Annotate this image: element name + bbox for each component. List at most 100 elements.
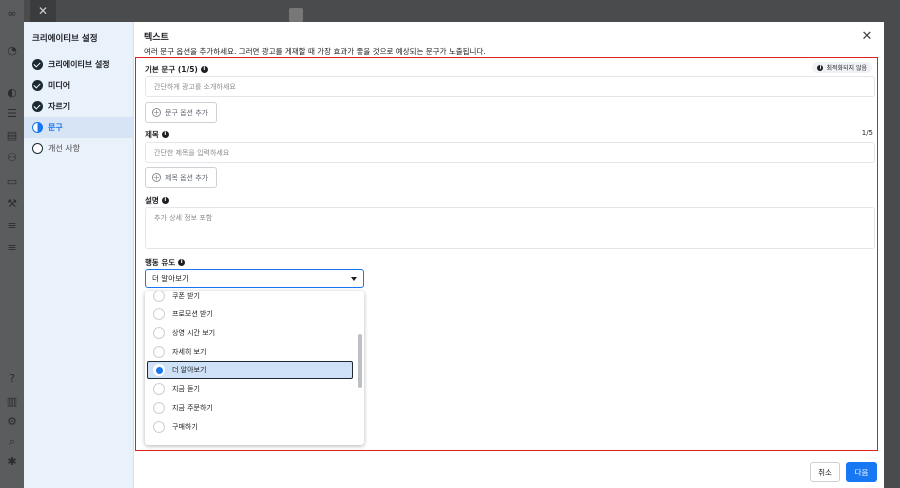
help-icon: ? [9, 372, 15, 385]
primary-text-label-text: 기본 문구 (1/5) [145, 65, 198, 74]
headline-label-text: 제목 [145, 130, 159, 139]
steps-panel: 크리에이티브 설정 크리에이티브 설정 미디어 자르기 문구 개선 사항 [24, 22, 134, 488]
description-label-text: 설명 [145, 196, 159, 205]
bell-icon: ◔ [7, 44, 17, 57]
pages-icon: ▤ [6, 129, 18, 142]
plus-circle-icon: + [152, 108, 161, 117]
info-icon[interactable]: i [161, 197, 169, 204]
radio-icon [153, 421, 165, 433]
step-label: 문구 [48, 123, 63, 132]
badge-text: 최적화되지 않음 [826, 65, 867, 72]
background-nav-rail: ∞ ◔ ◐ ☰ ▤ ⚇ ▭ ⚒ ≡ ≡ ? ▥ ⚙ ⌕ ✱ [0, 0, 24, 488]
add-text-option-label: 문구 옵션 추가 [165, 108, 209, 117]
dashboard-icon: ◐ [7, 86, 17, 99]
cta-dropdown: 쿠폰 받기 프로모션 받기 상영 시간 보기 자세히 보기 더 알아보기 지금 … [145, 291, 364, 445]
cta-option-label: 지금 듣기 [172, 385, 200, 393]
next-button[interactable]: 다음 [846, 462, 877, 482]
meta-logo-icon: ∞ [7, 7, 17, 20]
dialog-title: 텍스트 [144, 33, 169, 43]
description-label: 설명 i [145, 195, 169, 206]
info-icon: i [817, 64, 824, 71]
step-label: 미디어 [48, 81, 71, 90]
search-icon: ⌕ [8, 435, 16, 448]
cta-option-label: 구매하기 [172, 423, 198, 431]
step-media[interactable]: 미디어 [24, 75, 133, 96]
billing-icon: ▭ [6, 175, 18, 188]
list-icon: ≡ [7, 241, 17, 254]
radio-icon [153, 383, 165, 395]
primary-text-input[interactable]: 간단하게 광고를 소개하세요 [145, 76, 875, 97]
radio-icon [153, 327, 165, 339]
step-label: 자르기 [48, 102, 71, 111]
headline-label: 제목 i [145, 129, 169, 140]
cta-option[interactable]: 프로모션 받기 [147, 305, 353, 323]
step-crop[interactable]: 자르기 [24, 96, 133, 117]
headline-counter: 1/5 [861, 129, 873, 137]
cta-option-selected[interactable]: 더 알아보기 [147, 361, 353, 379]
creative-settings-dialog: 크리에이티브 설정 크리에이티브 설정 미디어 자르기 문구 개선 사항 텍스트… [24, 22, 884, 488]
cta-option-label: 더 알아보기 [172, 366, 207, 374]
cta-option-label: 지금 주문하기 [172, 404, 213, 412]
background-right-panel [884, 22, 900, 488]
radio-icon [153, 291, 165, 302]
headline-input[interactable]: 간단한 제목을 입력하세요 [145, 142, 875, 163]
steps-list: 크리에이티브 설정 미디어 자르기 문구 개선 사항 [24, 54, 133, 159]
steps-panel-title: 크리에이티브 설정 [32, 34, 98, 44]
dialog-description: 여러 문구 옵션을 추가하세요. 그러면 광고를 게재할 때 가장 효과가 좋을… [144, 47, 486, 56]
check-circle-icon [32, 80, 43, 91]
cta-option[interactable]: 지금 주문하기 [147, 399, 353, 417]
cta-label: 행동 유도 i [145, 257, 186, 268]
dropdown-scrollbar-thumb[interactable] [358, 334, 362, 388]
text-section: 기본 문구 (1/5) i i 최적화되지 않음 간단하게 광고를 소개하세요 … [135, 57, 878, 451]
menu-icon: ≡ [7, 219, 17, 232]
primary-text-label: 기본 문구 (1/5) i [145, 64, 208, 75]
radio-icon [153, 402, 165, 414]
add-headline-option-label: 제목 옵션 추가 [165, 173, 209, 182]
info-icon[interactable]: i [200, 66, 208, 73]
description-textarea[interactable]: 추가 상세 정보 포함 [145, 207, 875, 249]
cta-option[interactable]: 쿠폰 받기 [147, 291, 353, 305]
plus-circle-icon: + [152, 173, 161, 182]
check-circle-icon [32, 101, 43, 112]
cta-option[interactable]: 지금 듣기 [147, 380, 353, 398]
settings-icon: ⚙ [7, 415, 17, 428]
cta-option[interactable]: 자세히 보기 [147, 343, 353, 361]
cta-option-label: 쿠폰 받기 [172, 292, 200, 300]
info-icon[interactable]: i [178, 259, 186, 266]
cta-label-text: 행동 유도 [145, 258, 176, 267]
empty-circle-icon [32, 143, 43, 154]
radio-selected-icon [153, 364, 165, 376]
cta-option-label: 상영 시간 보기 [172, 329, 216, 337]
cta-option-label: 프로모션 받기 [172, 310, 213, 318]
add-headline-option-button[interactable]: + 제목 옵션 추가 [145, 167, 218, 188]
cta-select[interactable]: 더 알아보기 [145, 269, 364, 288]
radio-icon [153, 308, 165, 320]
sidebar-toggle-icon [289, 8, 303, 22]
cta-selected-value: 더 알아보기 [152, 274, 189, 283]
close-button[interactable]: ✕ [860, 30, 874, 44]
tools-icon: ⚒ [7, 197, 17, 210]
add-text-option-button[interactable]: + 문구 옵션 추가 [145, 102, 218, 123]
background-top-bar [24, 0, 900, 22]
dialog-header: 텍스트 여러 문구 옵션을 추가하세요. 그러면 광고를 게재할 때 가장 효과… [144, 30, 486, 57]
table-icon: ☰ [7, 107, 17, 120]
cta-option[interactable]: 상영 시간 보기 [147, 324, 353, 342]
report-icon: ▥ [6, 395, 18, 408]
not-optimized-badge: i 최적화되지 않음 [812, 62, 872, 73]
cta-option-label: 자세히 보기 [172, 348, 207, 356]
step-text[interactable]: 문구 [24, 117, 133, 138]
cancel-button[interactable]: 취소 [810, 462, 840, 482]
bug-icon: ✱ [7, 455, 17, 468]
caret-down-icon [351, 276, 357, 281]
step-label: 개선 사항 [48, 144, 80, 153]
cta-option[interactable]: 구매하기 [147, 418, 353, 436]
step-enhancements[interactable]: 개선 사항 [24, 138, 133, 159]
half-circle-icon [32, 122, 43, 133]
check-circle-icon [32, 59, 43, 70]
background-close-icon: ✕ [30, 0, 56, 22]
audience-icon: ⚇ [7, 151, 17, 164]
radio-icon [153, 346, 165, 358]
step-label: 크리에이티브 설정 [48, 60, 110, 69]
info-icon[interactable]: i [161, 131, 169, 138]
step-creative-settings[interactable]: 크리에이티브 설정 [24, 54, 133, 75]
